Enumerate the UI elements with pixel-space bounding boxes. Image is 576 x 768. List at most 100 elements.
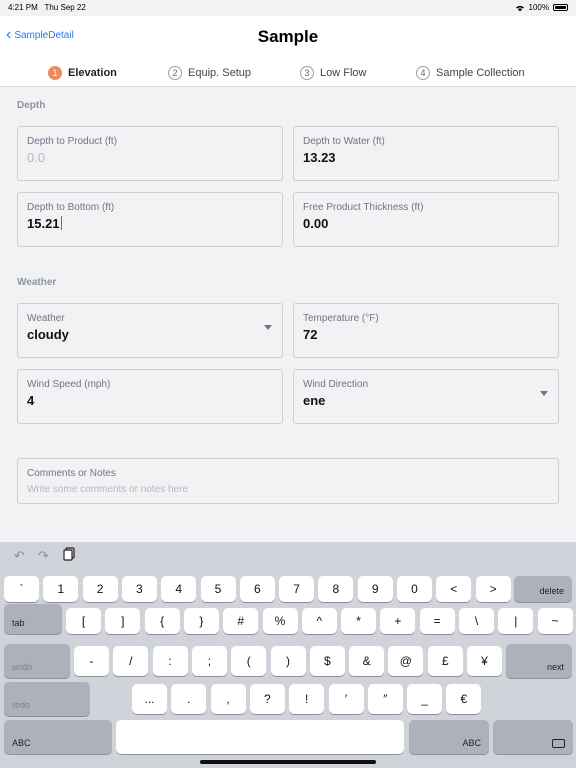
key-char[interactable]: € bbox=[446, 684, 482, 714]
tab-elevation[interactable]: 1 Elevation bbox=[48, 66, 117, 80]
key-label: ¥ bbox=[481, 654, 488, 668]
undo-icon[interactable]: ↶ bbox=[14, 548, 25, 564]
key-label: € bbox=[460, 692, 468, 706]
key-char[interactable]: + bbox=[380, 608, 416, 634]
key-char[interactable]: < bbox=[436, 576, 472, 602]
key-label: ( bbox=[246, 654, 251, 668]
field-label: Comments or Notes bbox=[27, 468, 116, 479]
key-label: 7 bbox=[293, 582, 300, 596]
key-char[interactable]: ... bbox=[132, 684, 167, 714]
key-label: ? bbox=[264, 692, 271, 706]
key-char[interactable]: { bbox=[144, 608, 180, 634]
key-char[interactable]: ) bbox=[270, 646, 306, 676]
depth-to-product-field[interactable]: Depth to Product (ft) 0.0 bbox=[17, 126, 283, 181]
redo-key[interactable]: redo bbox=[4, 682, 90, 716]
key-label: + bbox=[394, 614, 402, 628]
key-char[interactable]: ^ bbox=[301, 608, 337, 634]
key-char[interactable]: ~ bbox=[537, 608, 573, 634]
abc-key-left[interactable]: ABC bbox=[4, 720, 112, 754]
redo-icon[interactable]: ↷ bbox=[38, 548, 49, 564]
key-label: £ bbox=[441, 654, 449, 668]
key-char[interactable]: _ bbox=[407, 684, 443, 714]
key-char[interactable]: # bbox=[223, 608, 259, 634]
key-label: ABC bbox=[462, 738, 481, 748]
key-char[interactable]: & bbox=[349, 646, 385, 676]
undo-key[interactable]: undo bbox=[4, 644, 70, 678]
step-number: 3 bbox=[300, 66, 314, 80]
key-label: ] bbox=[121, 614, 125, 628]
key-char[interactable]: . bbox=[171, 684, 207, 714]
key-char[interactable]: ` bbox=[4, 576, 39, 602]
step-number: 4 bbox=[416, 66, 430, 80]
key-char[interactable]: 7 bbox=[279, 576, 315, 602]
key-label: 6 bbox=[253, 582, 261, 596]
key-char[interactable]: $ bbox=[309, 646, 345, 676]
key-label: . bbox=[187, 692, 191, 706]
key-char[interactable]: ′ bbox=[328, 684, 364, 714]
key-char[interactable]: ! bbox=[289, 684, 325, 714]
free-product-thickness-field[interactable]: Free Product Thickness (ft) 0.00 bbox=[293, 192, 559, 247]
key-char[interactable]: } bbox=[183, 608, 219, 634]
depth-to-water-field[interactable]: Depth to Water (ft) 13.23 bbox=[293, 126, 559, 181]
key-char[interactable]: ¥ bbox=[467, 646, 502, 676]
key-char[interactable]: 9 bbox=[357, 576, 393, 602]
abc-key-right[interactable]: ABC bbox=[409, 720, 489, 754]
paste-icon[interactable] bbox=[62, 547, 76, 564]
key-char[interactable]: £ bbox=[427, 646, 463, 676]
next-key[interactable]: next bbox=[506, 644, 572, 678]
key-label: | bbox=[514, 614, 518, 628]
key-char[interactable]: 8 bbox=[318, 576, 354, 602]
key-char[interactable]: | bbox=[498, 608, 534, 634]
key-char[interactable]: : bbox=[152, 646, 188, 676]
key-label: * bbox=[356, 614, 361, 628]
key-char[interactable]: \ bbox=[459, 608, 494, 634]
depth-to-bottom-value: 15.21 bbox=[27, 216, 60, 231]
hide-keyboard-key[interactable] bbox=[493, 720, 573, 754]
tab-key[interactable]: tab bbox=[4, 604, 62, 634]
key-label: % bbox=[274, 614, 286, 628]
key-label: } bbox=[199, 614, 204, 628]
tab-sample-collection[interactable]: 4 Sample Collection bbox=[416, 66, 525, 80]
key-char[interactable]: 5 bbox=[200, 576, 236, 602]
key-char[interactable]: 6 bbox=[239, 576, 275, 602]
key-char[interactable]: 0 bbox=[397, 576, 432, 602]
key-char[interactable]: * bbox=[341, 608, 377, 634]
depth-to-bottom-field[interactable]: Depth to Bottom (ft) 15.21 bbox=[17, 192, 283, 247]
key-label: ... bbox=[144, 692, 155, 706]
delete-key[interactable]: delete bbox=[514, 576, 572, 602]
field-label: Depth to Water (ft) bbox=[303, 136, 385, 147]
key-char[interactable]: [ bbox=[66, 608, 101, 634]
field-label: Weather bbox=[27, 313, 65, 324]
key-char[interactable]: ; bbox=[191, 646, 227, 676]
key-label: < bbox=[450, 582, 458, 596]
wind-speed-field[interactable]: Wind Speed (mph) 4 bbox=[17, 369, 283, 424]
key-char[interactable]: - bbox=[74, 646, 109, 676]
key-char[interactable]: , bbox=[210, 684, 246, 714]
space-bar[interactable] bbox=[116, 720, 404, 754]
key-char[interactable]: 3 bbox=[121, 576, 157, 602]
key-char[interactable]: > bbox=[475, 576, 511, 602]
key-char[interactable]: 4 bbox=[161, 576, 197, 602]
key-char[interactable]: % bbox=[262, 608, 298, 634]
temperature-field[interactable]: Temperature (°F) 72 bbox=[293, 303, 559, 358]
keyboard: ↶ ↷ ` 1 2 3 4 5 6 7 8 9 0 < > delete tab [] {} #% ^ * + = \ | ~ u… bbox=[0, 542, 576, 768]
wind-direction-select[interactable]: Wind Direction ene bbox=[293, 369, 559, 424]
key-char[interactable]: = bbox=[419, 608, 455, 634]
key-char[interactable]: ″ bbox=[367, 684, 403, 714]
tab-low-flow[interactable]: 3 Low Flow bbox=[300, 66, 366, 80]
key-char[interactable]: 2 bbox=[82, 576, 118, 602]
key-label: / bbox=[129, 654, 133, 668]
weather-select[interactable]: Weather cloudy bbox=[17, 303, 283, 358]
key-char[interactable]: / bbox=[113, 646, 149, 676]
key-char[interactable]: 1 bbox=[43, 576, 79, 602]
comments-field[interactable]: Comments or Notes Write some comments or… bbox=[17, 458, 559, 504]
key-char[interactable]: ? bbox=[249, 684, 285, 714]
key-label: 5 bbox=[214, 582, 222, 596]
chevron-down-icon bbox=[264, 325, 272, 330]
tab-equip-setup[interactable]: 2 Equip. Setup bbox=[168, 66, 251, 80]
key-label: ABC bbox=[12, 738, 31, 748]
key-char[interactable]: @ bbox=[388, 646, 424, 676]
key-char[interactable]: ( bbox=[231, 646, 267, 676]
key-label: 4 bbox=[175, 582, 183, 596]
key-char[interactable]: ] bbox=[105, 608, 141, 634]
